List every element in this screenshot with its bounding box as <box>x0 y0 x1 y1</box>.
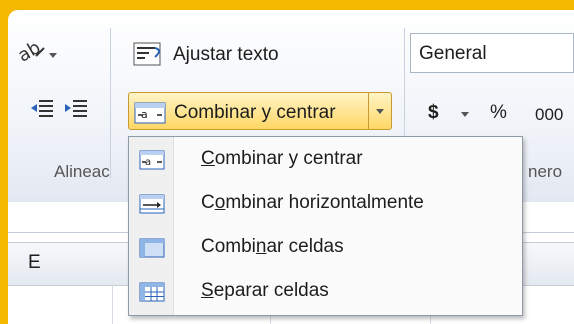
merge-dropdown-menu: a Combinar y centrar Combinar horizontal… <box>128 136 523 316</box>
number-format-value: General <box>419 43 487 64</box>
merge-center-label: Combinar y centrar <box>174 102 336 123</box>
increase-indent-icon[interactable] <box>64 98 88 122</box>
menu-item-unmerge-cells[interactable]: Separar celdas <box>129 271 522 315</box>
menu-item-label: Combinar celdas <box>201 236 344 257</box>
merge-center-icon: a <box>134 102 166 124</box>
ribbon-separator <box>110 28 111 178</box>
decrease-indent-icon[interactable] <box>30 98 54 122</box>
chevron-down-icon <box>376 109 384 114</box>
menu-item-label: Separar celdas <box>201 280 329 301</box>
percent-format-button[interactable]: % <box>490 102 507 124</box>
grid-line <box>112 284 113 324</box>
merge-cells-icon <box>139 238 165 258</box>
menu-item-merge-across[interactable]: Combinar horizontalmente <box>129 183 522 227</box>
unmerge-cells-icon <box>139 282 165 302</box>
wrap-text-button[interactable]: Ajustar texto <box>173 44 279 66</box>
currency-format-button[interactable]: $ <box>428 102 439 124</box>
wrap-text-icon[interactable] <box>133 40 167 68</box>
menu-item-merge-center[interactable]: a Combinar y centrar <box>129 139 522 183</box>
merge-center-icon: a <box>139 150 165 170</box>
column-header-e[interactable]: E <box>28 252 41 274</box>
menu-item-label: Combinar y centrar <box>201 148 363 169</box>
merge-across-icon <box>139 194 165 214</box>
text-orientation-icon[interactable]: ab <box>14 37 58 67</box>
number-format-select[interactable]: General <box>410 33 574 73</box>
merge-center-dropdown-toggle[interactable] <box>368 92 392 130</box>
thousands-format-button[interactable]: 000 <box>535 105 563 125</box>
menu-item-label: Combinar horizontalmente <box>201 192 424 213</box>
alignment-group-label: Alineac <box>54 162 110 181</box>
number-group-label: nero <box>528 162 563 181</box>
menu-item-merge-cells[interactable]: Combinar celdas <box>129 227 522 271</box>
chevron-down-icon[interactable] <box>461 112 469 117</box>
